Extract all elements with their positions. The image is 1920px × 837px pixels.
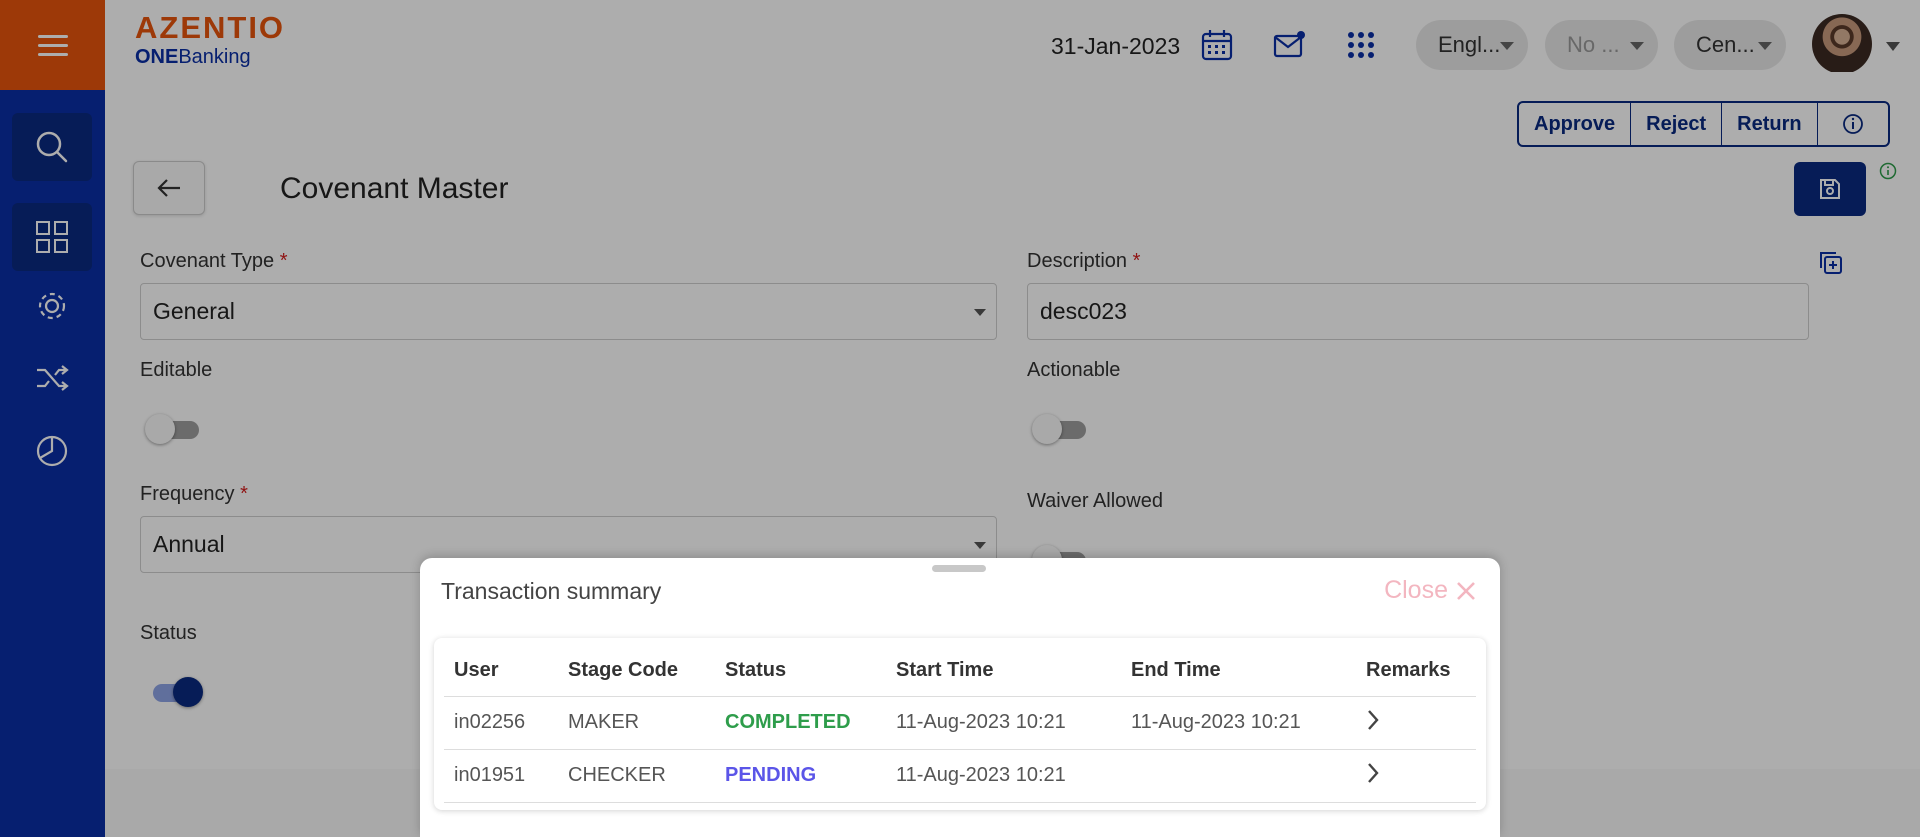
close-label: Close xyxy=(1384,576,1448,604)
table-row: in01951 CHECKER PENDING 11-Aug-2023 10:2… xyxy=(444,749,1476,803)
drag-handle[interactable] xyxy=(932,565,986,572)
end-time-cell xyxy=(1121,749,1356,803)
end-time-cell: 11-Aug-2023 10:21 xyxy=(1121,696,1356,750)
user-cell: in01951 xyxy=(444,749,558,803)
transaction-table: User Stage Code Status Start Time End Ti… xyxy=(444,646,1476,803)
user-cell: in02256 xyxy=(444,696,558,750)
table-header-row: User Stage Code Status Start Time End Ti… xyxy=(444,646,1476,697)
close-icon xyxy=(1457,581,1475,600)
table-row: in02256 MAKER COMPLETED 11-Aug-2023 10:2… xyxy=(444,696,1476,750)
stage-code-cell: CHECKER xyxy=(558,749,715,803)
status-cell: PENDING xyxy=(715,749,886,803)
status-cell: COMPLETED xyxy=(715,696,886,750)
start-time-cell: 11-Aug-2023 10:21 xyxy=(886,696,1121,750)
chevron-right-icon[interactable] xyxy=(1366,762,1380,784)
chevron-right-icon[interactable] xyxy=(1366,709,1380,731)
column-header: Remarks xyxy=(1356,646,1476,697)
remarks-cell[interactable] xyxy=(1356,749,1476,803)
column-header: Start Time xyxy=(886,646,1121,697)
transaction-table-card: User Stage Code Status Start Time End Ti… xyxy=(434,638,1486,810)
close-button[interactable]: Close xyxy=(1384,576,1476,605)
column-header: Stage Code xyxy=(558,646,715,697)
column-header: End Time xyxy=(1121,646,1356,697)
column-header: Status xyxy=(715,646,886,697)
stage-code-cell: MAKER xyxy=(558,696,715,750)
transaction-summary-sheet: Transaction summary Close User Stage Cod… xyxy=(420,558,1500,837)
start-time-cell: 11-Aug-2023 10:21 xyxy=(886,749,1121,803)
remarks-cell[interactable] xyxy=(1356,696,1476,750)
sheet-title: Transaction summary xyxy=(441,578,662,604)
column-header: User xyxy=(444,646,558,697)
